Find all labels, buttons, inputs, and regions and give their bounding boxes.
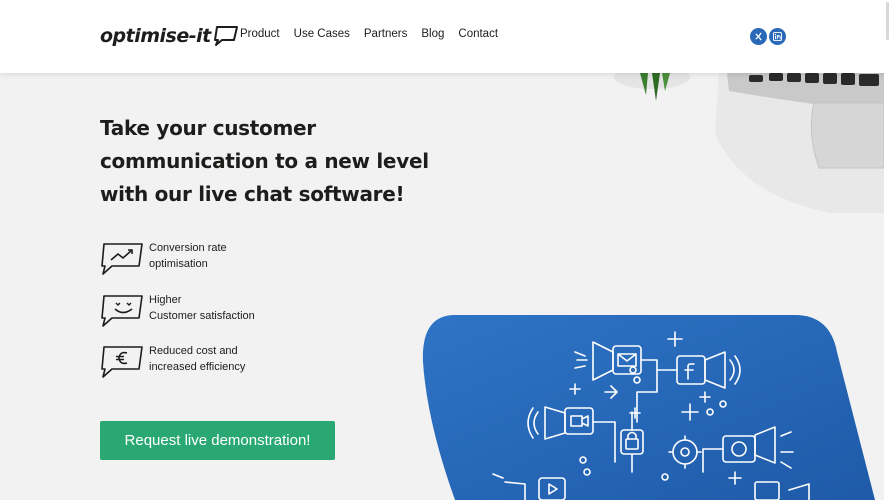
feature-efficiency: Reduced cost and increased efficiency (100, 343, 245, 379)
channels-illustration (422, 315, 875, 500)
speech-bubble-icon (213, 26, 238, 46)
hero-title-line: Take your customer (100, 116, 316, 140)
nav-blog[interactable]: Blog (421, 28, 444, 40)
feature-text: Customer satisfaction (149, 310, 255, 322)
xing-icon (755, 32, 762, 41)
main-nav: Product Use Cases Partners Blog Contact (240, 28, 512, 40)
feature-text: Reduced cost and (149, 345, 238, 357)
euro-bubble-icon (101, 346, 143, 378)
feature-text: Higher (149, 294, 182, 306)
request-demo-button[interactable]: Request live demonstration! (100, 421, 335, 460)
hero-title-line: communication to a new level (100, 149, 429, 173)
feature-text: increased efficiency (149, 361, 246, 373)
nav-contact[interactable]: Contact (458, 28, 498, 40)
feature-text: Conversion rate (149, 242, 227, 254)
smiley-bubble-icon (101, 295, 143, 327)
nav-partners[interactable]: Partners (364, 28, 407, 40)
logo-text: optimise-it (100, 25, 211, 47)
hero-title-line: with our live chat software! (100, 182, 405, 206)
scrollbar-thumb[interactable] (886, 2, 889, 40)
nav-product[interactable]: Product (240, 28, 280, 40)
hero-title: Take your customer communication to a ne… (100, 112, 430, 211)
plant-photo (614, 73, 690, 101)
nav-use-cases[interactable]: Use Cases (294, 28, 350, 40)
linkedin-icon (773, 32, 782, 41)
linkedin-button[interactable] (769, 28, 786, 45)
xing-button[interactable] (750, 28, 767, 45)
social-links (750, 28, 786, 45)
feature-conversion: Conversion rate optimisation (100, 240, 227, 276)
feature-text: optimisation (149, 258, 208, 270)
laptop-photo (715, 73, 884, 213)
scrollbar[interactable] (884, 0, 890, 500)
brand-logo[interactable]: optimise-it (100, 24, 239, 48)
site-header: optimise-it Product Use Cases Partners B… (0, 0, 890, 73)
feature-satisfaction: Higher Customer satisfaction (100, 292, 255, 328)
trend-chart-bubble-icon (101, 243, 143, 275)
